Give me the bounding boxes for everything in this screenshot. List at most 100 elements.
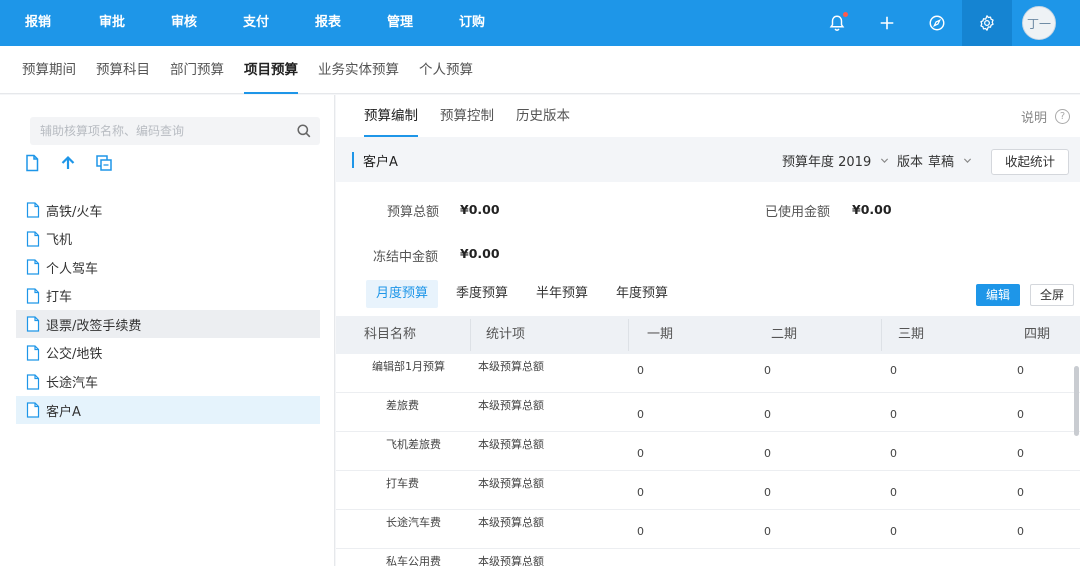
period-4-cell[interactable]: 0: [1017, 364, 1024, 377]
file-icon: [26, 316, 40, 332]
year-select[interactable]: 预算年度 2019: [782, 151, 889, 170]
chevron-down-icon: [963, 158, 972, 163]
period-4-cell[interactable]: 0: [1017, 525, 1024, 538]
file-icon: [26, 259, 40, 275]
tree-item[interactable]: 退票/改签手续费: [16, 310, 320, 339]
period-1-cell[interactable]: 0: [637, 525, 644, 538]
tree-item[interactable]: 公交/地铁: [16, 339, 320, 367]
avatar[interactable]: 丁一: [1022, 6, 1056, 40]
search-input[interactable]: [30, 117, 280, 145]
help-link[interactable]: 说明 ?: [1021, 107, 1070, 126]
period-1-cell[interactable]: 0: [637, 408, 644, 421]
notification-button[interactable]: [812, 0, 862, 46]
period-3-cell[interactable]: 0: [890, 525, 897, 538]
entity-marker: [352, 152, 354, 168]
tree-item-label: 客户A: [46, 404, 81, 420]
subject-name-cell: 飞机差旅费: [386, 438, 441, 451]
arrow-up-icon[interactable]: [58, 153, 78, 173]
period-2-cell[interactable]: 0: [764, 486, 771, 499]
sidebar: 高铁/火车 飞机 个人驾车 打车 退票/改签手续费 公交/地铁 长途汽车 客户: [0, 95, 335, 566]
compass-button[interactable]: [912, 0, 962, 46]
table-row[interactable]: 长途汽车费 本级预算总额 0 0 0 0: [336, 510, 1080, 549]
tab-yearly[interactable]: 年度预算: [606, 280, 678, 308]
nav-item-approval[interactable]: 审批: [76, 0, 148, 46]
info-bar: 客户A 预算年度 2019 版本 草稿 收起统计: [336, 137, 1080, 182]
tree-item-label: 飞机: [46, 233, 73, 249]
tree-item[interactable]: 个人驾车: [16, 253, 320, 281]
copy-icon[interactable]: [94, 153, 114, 173]
nav-item-payment[interactable]: 支付: [220, 0, 292, 46]
table-row[interactable]: 编辑部1月预算 本级预算总额 0 0 0 0: [336, 354, 1080, 393]
subnav-entity-budget[interactable]: 业务实体预算: [318, 46, 399, 94]
fullscreen-button[interactable]: 全屏: [1030, 284, 1074, 306]
col-subject-name[interactable]: 科目名称: [364, 316, 416, 354]
period-4-cell[interactable]: 0: [1017, 447, 1024, 460]
col-period-4[interactable]: 四期: [1024, 316, 1050, 354]
compass-icon: [929, 15, 945, 31]
subnav-budget-period[interactable]: 预算期间: [22, 46, 76, 94]
tree-item-selected[interactable]: 客户A: [16, 396, 320, 425]
search-icon[interactable]: [296, 123, 312, 139]
subnav-personal-budget[interactable]: 个人预算: [419, 46, 473, 94]
period-2-cell[interactable]: 0: [764, 525, 771, 538]
period-3-cell[interactable]: 0: [890, 364, 897, 377]
period-1-cell[interactable]: 0: [637, 447, 644, 460]
period-2-cell[interactable]: 0: [764, 408, 771, 421]
table-row[interactable]: 私车公用费 本级预算总额 0 0 0 0: [336, 549, 1080, 566]
tab-quarterly[interactable]: 季度预算: [446, 280, 518, 308]
col-stat-item[interactable]: 统计项: [486, 316, 525, 354]
tab-budget-control[interactable]: 预算控制: [440, 95, 494, 137]
tree-item-label: 打车: [46, 290, 73, 306]
tab-budget-compile[interactable]: 预算编制: [364, 95, 418, 137]
stat-item-cell: 本级预算总额: [478, 516, 544, 529]
top-bar: 报销 审批 审核 支付 报表 管理 订购 丁一: [0, 0, 1080, 46]
nav-item-reports[interactable]: 报表: [292, 0, 364, 46]
tree-item[interactable]: 打车: [16, 282, 320, 310]
period-2-cell[interactable]: 0: [764, 447, 771, 460]
table-row[interactable]: 差旅费 本级预算总额 0 0 0 0: [336, 393, 1080, 432]
subject-name-cell: 打车费: [386, 477, 419, 490]
nav-item-reimburse[interactable]: 报销: [0, 0, 76, 46]
column-divider[interactable]: [470, 319, 471, 351]
table-header: 科目名称 统计项 一期 二期 三期 四期: [336, 316, 1080, 354]
period-3-cell[interactable]: 0: [890, 408, 897, 421]
subnav-budget-subject[interactable]: 预算科目: [96, 46, 150, 94]
col-period-1[interactable]: 一期: [647, 316, 673, 354]
subnav-dept-budget[interactable]: 部门预算: [170, 46, 224, 94]
collapse-stats-button[interactable]: 收起统计: [991, 149, 1069, 175]
period-3-cell[interactable]: 0: [890, 447, 897, 460]
nav-item-manage[interactable]: 管理: [364, 0, 436, 46]
period-4-cell[interactable]: 0: [1017, 486, 1024, 499]
nav-item-audit[interactable]: 审核: [148, 0, 220, 46]
subnav-project-budget[interactable]: 项目预算: [244, 46, 298, 94]
nav-item-order[interactable]: 订购: [436, 0, 508, 46]
chevron-down-icon: [881, 158, 889, 163]
table-row[interactable]: 飞机差旅费 本级预算总额 0 0 0 0: [336, 432, 1080, 471]
period-4-cell[interactable]: 0: [1017, 408, 1024, 421]
table-scrollbar[interactable]: [1074, 366, 1079, 436]
frozen-amount-value: ¥0.00: [460, 246, 500, 261]
main-panel: 预算编制 预算控制 历史版本 说明 ? 客户A 预算年度 2019 版本 草稿 …: [336, 95, 1080, 566]
tree-item[interactable]: 高铁/火车: [16, 196, 320, 224]
table-row[interactable]: 打车费 本级预算总额 0 0 0 0: [336, 471, 1080, 510]
tab-history[interactable]: 历史版本: [516, 95, 570, 137]
add-button[interactable]: [862, 0, 912, 46]
version-select[interactable]: 版本 草稿: [897, 151, 972, 170]
stat-item-cell: 本级预算总额: [478, 438, 544, 451]
tree-item[interactable]: 飞机: [16, 225, 320, 253]
period-3-cell[interactable]: 0: [890, 486, 897, 499]
settings-button[interactable]: [962, 0, 1012, 46]
column-divider[interactable]: [628, 319, 629, 351]
tree-item[interactable]: 长途汽车: [16, 368, 320, 396]
period-1-cell[interactable]: 0: [637, 486, 644, 499]
col-period-3[interactable]: 三期: [898, 316, 924, 354]
edit-button[interactable]: 编辑: [976, 284, 1020, 306]
col-period-2[interactable]: 二期: [771, 316, 797, 354]
tab-monthly[interactable]: 月度预算: [366, 280, 439, 308]
period-2-cell[interactable]: 0: [764, 364, 771, 377]
new-file-icon[interactable]: [22, 153, 42, 173]
stat-item-cell: 本级预算总额: [478, 555, 544, 566]
tab-half-year[interactable]: 半年预算: [526, 280, 598, 308]
period-1-cell[interactable]: 0: [637, 364, 644, 377]
column-divider[interactable]: [881, 319, 882, 351]
